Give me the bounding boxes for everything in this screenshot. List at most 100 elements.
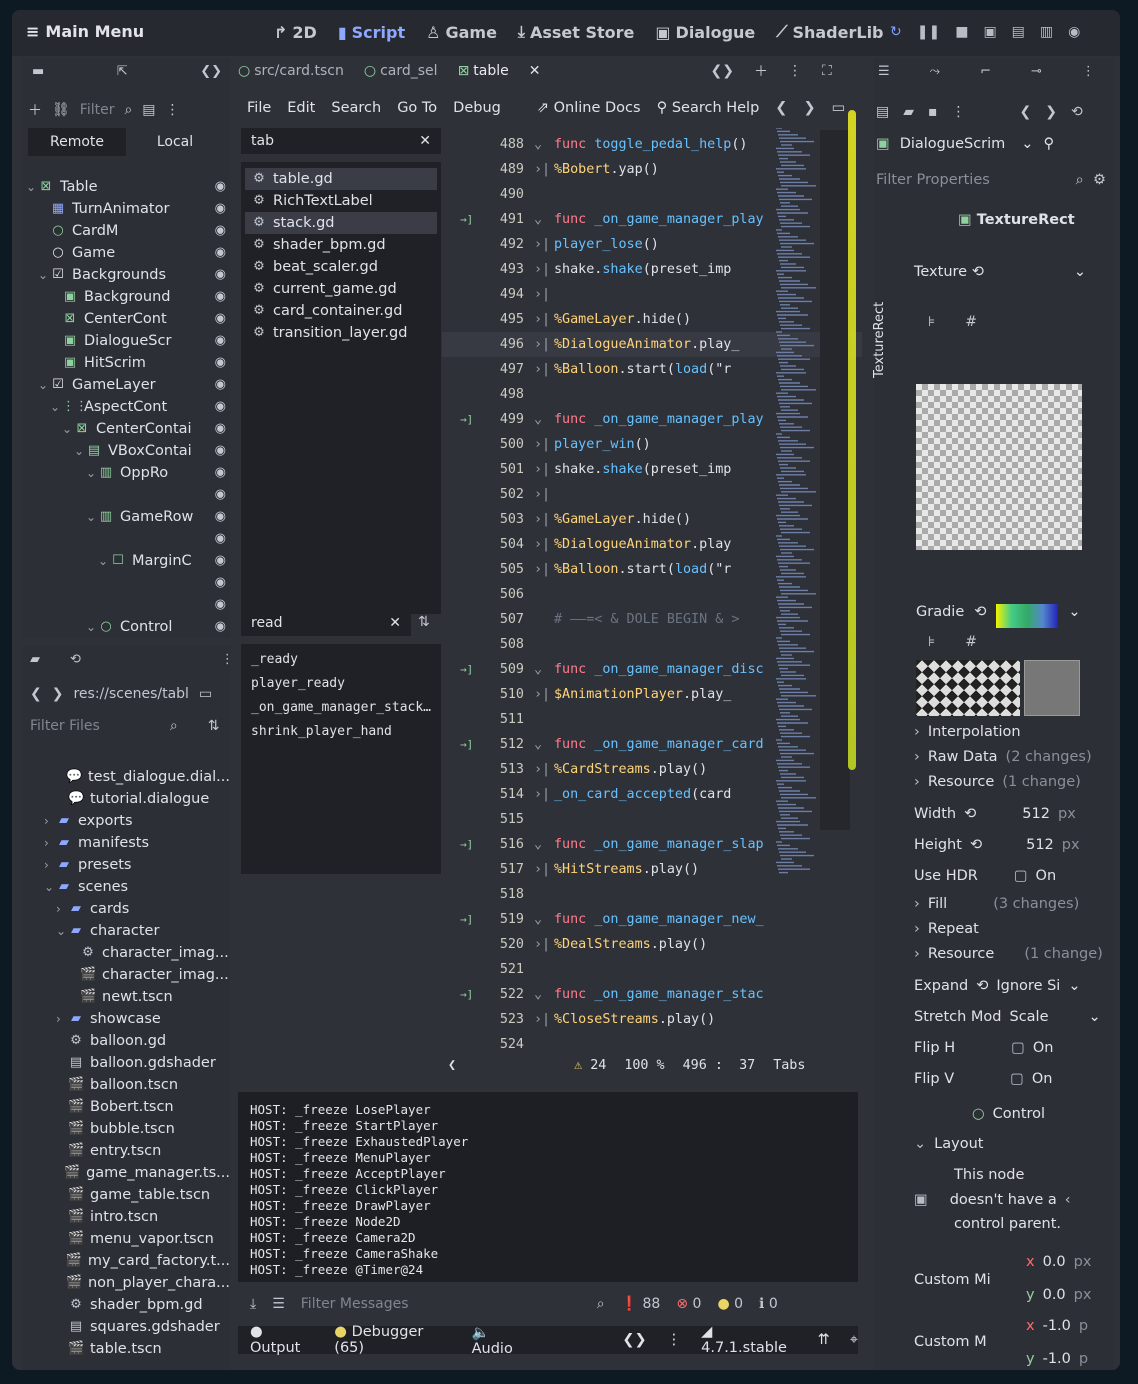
inspector-property[interactable]: Flip H ▢ On <box>914 1040 1104 1056</box>
tab-card-sel[interactable]: card_sel <box>380 63 437 79</box>
forward-icon[interactable]: ❯ <box>1045 104 1057 120</box>
fs-tree-row[interactable]: 💬 test_dialogue.dial... <box>22 766 230 788</box>
scene-tree-row[interactable]: ⌄ ☑ GameLayer ◉ <box>22 374 230 396</box>
inspector-property[interactable]: Flip V ▢ On <box>914 1071 1104 1087</box>
link-icon[interactable]: ⛓ <box>52 102 70 118</box>
grid-icon[interactable]: # <box>965 634 977 650</box>
inspector-property[interactable]: ○ Control <box>914 1106 1104 1122</box>
fs-tree-row[interactable]: ▤ squares.gdshader <box>22 1316 230 1338</box>
expand-arrow-icon[interactable]: ⌄ <box>86 616 98 638</box>
inspector-property[interactable]: › Fill (3 changes) <box>914 896 1104 912</box>
dropdown-icon[interactable]: ⌄ <box>1074 264 1086 280</box>
warnings-toggle[interactable]: ● 0 <box>717 1296 743 1312</box>
visibility-eye-icon[interactable]: ◉ <box>215 264 226 286</box>
code-line[interactable]: 521 <box>442 957 862 982</box>
fs-tree-row[interactable]: ⌄ ▰ scenes <box>22 876 230 898</box>
checkbox-icon[interactable]: ▢ <box>1011 1040 1025 1056</box>
visibility-eye-icon[interactable]: ◉ <box>215 374 226 396</box>
tab-card[interactable]: src/card.tscn <box>254 63 344 79</box>
expand-arrow-icon[interactable]: › <box>914 896 920 912</box>
toggle-panel-icon[interactable]: ▭ <box>832 100 846 116</box>
fs-tree-row[interactable]: ⚙ shader_bpm.gd <box>22 1294 230 1316</box>
inspector-property[interactable]: This node <box>914 1167 1104 1183</box>
arrows-icon[interactable]: ❮❯ <box>200 64 222 84</box>
script-list-item[interactable]: ⚙ table.gd <box>245 168 437 190</box>
custom-min-y-value[interactable]: 0.0 <box>1043 1287 1066 1303</box>
fs-tree-row[interactable]: 🎬 my_card_factory.t... <box>22 1250 230 1272</box>
revert-icon[interactable]: ⟲ <box>964 806 976 822</box>
revert-icon[interactable]: ⟲ <box>972 264 984 280</box>
scene-tree-row[interactable]: ⌄ ☑ Backgrounds ◉ <box>22 264 230 286</box>
workspace-shaderlib[interactable]: ⟋ ShaderLib <box>776 22 883 42</box>
kebab-icon[interactable]: ⋮ <box>667 1332 682 1348</box>
list-icon[interactable]: ☰ <box>878 64 890 79</box>
inspector-property[interactable]: control parent. <box>914 1216 1104 1232</box>
fs-tree-row[interactable]: 🎬 entry.tscn <box>22 1140 230 1162</box>
scene-tree-row[interactable]: ◉ <box>22 572 230 594</box>
flip-h-value[interactable]: On <box>1033 1040 1054 1056</box>
minimap[interactable] <box>774 127 822 928</box>
output-filter-input[interactable]: Filter Messages <box>301 1296 581 1312</box>
back-icon[interactable]: ❮ <box>1020 104 1032 120</box>
fs-filter-input[interactable]: Filter Files <box>30 718 100 734</box>
menu-goto[interactable]: Go To <box>397 100 437 116</box>
workspace-2d[interactable]: ↱ 2D <box>274 22 317 42</box>
inspector-property[interactable]: › Repeat <box>914 921 1104 937</box>
collapse-arrow-icon[interactable]: ⌄ <box>914 1136 926 1152</box>
play-scene-icon[interactable]: ▤ <box>1012 24 1025 40</box>
menu-file[interactable]: File <box>247 100 271 116</box>
script-list-item[interactable]: ⚙ transition_layer.gd <box>245 322 437 344</box>
visibility-eye-icon[interactable]: ◉ <box>215 220 226 242</box>
inspector-object[interactable]: DialogueScrim <box>900 136 1006 152</box>
scene-tree-row[interactable]: ⌄ ▤ VBoxContai ◉ <box>22 440 230 462</box>
expand-arrow-icon[interactable]: › <box>914 749 920 765</box>
scene-tree-row[interactable]: ⌄ ○ Control ◉ <box>22 616 230 638</box>
menu-debug[interactable]: Debug <box>453 100 501 116</box>
expand-arrow-icon[interactable]: › <box>914 921 920 937</box>
warnings-count[interactable]: ⚠ 24 <box>574 1058 606 1078</box>
expand-arrow-icon[interactable]: ⌄ <box>50 396 62 418</box>
visibility-eye-icon[interactable]: ◉ <box>215 528 226 550</box>
script-list-item[interactable]: ⚙ shader_bpm.gd <box>245 234 437 256</box>
expand-arrow-icon[interactable]: ⌄ <box>86 462 98 484</box>
sort-icon[interactable]: ⇅ <box>208 718 220 734</box>
fs-path[interactable]: res://scenes/tabl <box>73 686 188 702</box>
expand-arrow-icon[interactable]: › <box>44 832 56 854</box>
code-line[interactable]: 524 <box>442 1032 862 1057</box>
inspector-property[interactable]: › Raw Data (2 changes) <box>914 749 1104 765</box>
stop-icon[interactable]: ■ <box>955 24 968 40</box>
inspector-property[interactable]: Expand ⟲ Ignore Si ⌄ <box>914 978 1104 994</box>
expand-arrow-icon[interactable]: ⌄ <box>38 264 50 286</box>
stretch-mode-value[interactable]: Scale <box>1010 1009 1049 1025</box>
menu-edit[interactable]: Edit <box>287 100 315 116</box>
new-resource-icon[interactable]: ▤ <box>876 104 889 120</box>
expand-arrow-icon[interactable]: › <box>44 810 56 832</box>
workspace-script[interactable]: ▮ Script <box>338 22 405 42</box>
revert-icon[interactable]: ⟲ <box>970 837 982 853</box>
workspace-game[interactable]: ♙ Game <box>426 22 497 42</box>
fs-tree-row[interactable]: › ▰ cards <box>22 898 230 920</box>
texture-preview[interactable] <box>916 384 1082 550</box>
open-folder-icon[interactable]: ▰ <box>903 104 914 120</box>
expand-arrow-icon[interactable]: › <box>914 774 920 790</box>
visibility-eye-icon[interactable]: ◉ <box>215 572 226 594</box>
scene-tree-row[interactable]: ⌄ ☐ MarginC ◉ <box>22 550 230 572</box>
inspector-property[interactable]: y -1.0 p <box>914 1351 1104 1367</box>
align-icon[interactable]: ⊧ <box>928 314 935 330</box>
script-list-item[interactable]: ⚙ stack.gd <box>245 212 437 234</box>
back-icon[interactable]: ❮ <box>30 686 42 702</box>
workspace-asset-store[interactable]: ⤓ Asset Store <box>518 22 634 42</box>
indent-mode[interactable]: Tabs <box>773 1058 805 1078</box>
save-icon[interactable]: ▪ <box>928 104 938 120</box>
panel-arrows-icon[interactable]: ❮❯ <box>622 1332 646 1348</box>
expand-arrow-icon[interactable]: ⌄ <box>26 176 38 198</box>
visibility-eye-icon[interactable]: ◉ <box>215 198 226 220</box>
history-forward-icon[interactable]: ❯ <box>803 100 815 116</box>
fs-tree-row[interactable]: ⚙ balloon.gd <box>22 1030 230 1052</box>
scroll-lock-icon[interactable]: ⤓ <box>250 1296 256 1312</box>
import-icon[interactable]: ⇱ <box>117 64 128 84</box>
code-line[interactable]: 520 ›| %DealStreams.play() <box>442 932 862 957</box>
custom-min-x-value[interactable]: 0.0 <box>1043 1254 1066 1270</box>
inspector-property[interactable]: y 0.0 px <box>914 1287 1104 1303</box>
scene-tree-row[interactable]: ⌄ ⊠ CenterContai ◉ <box>22 418 230 440</box>
